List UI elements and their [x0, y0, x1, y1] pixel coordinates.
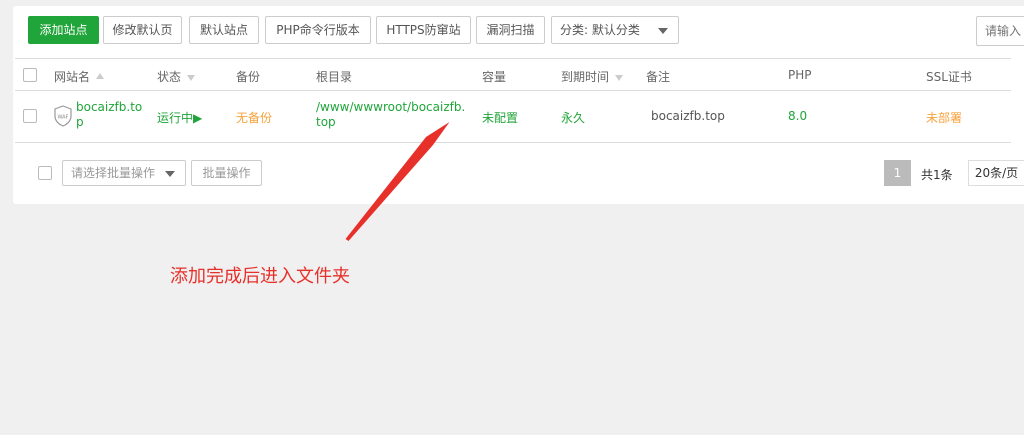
annotation-arrow [345, 122, 450, 241]
annotation-text: 添加完成后进入文件夹 [170, 266, 350, 287]
